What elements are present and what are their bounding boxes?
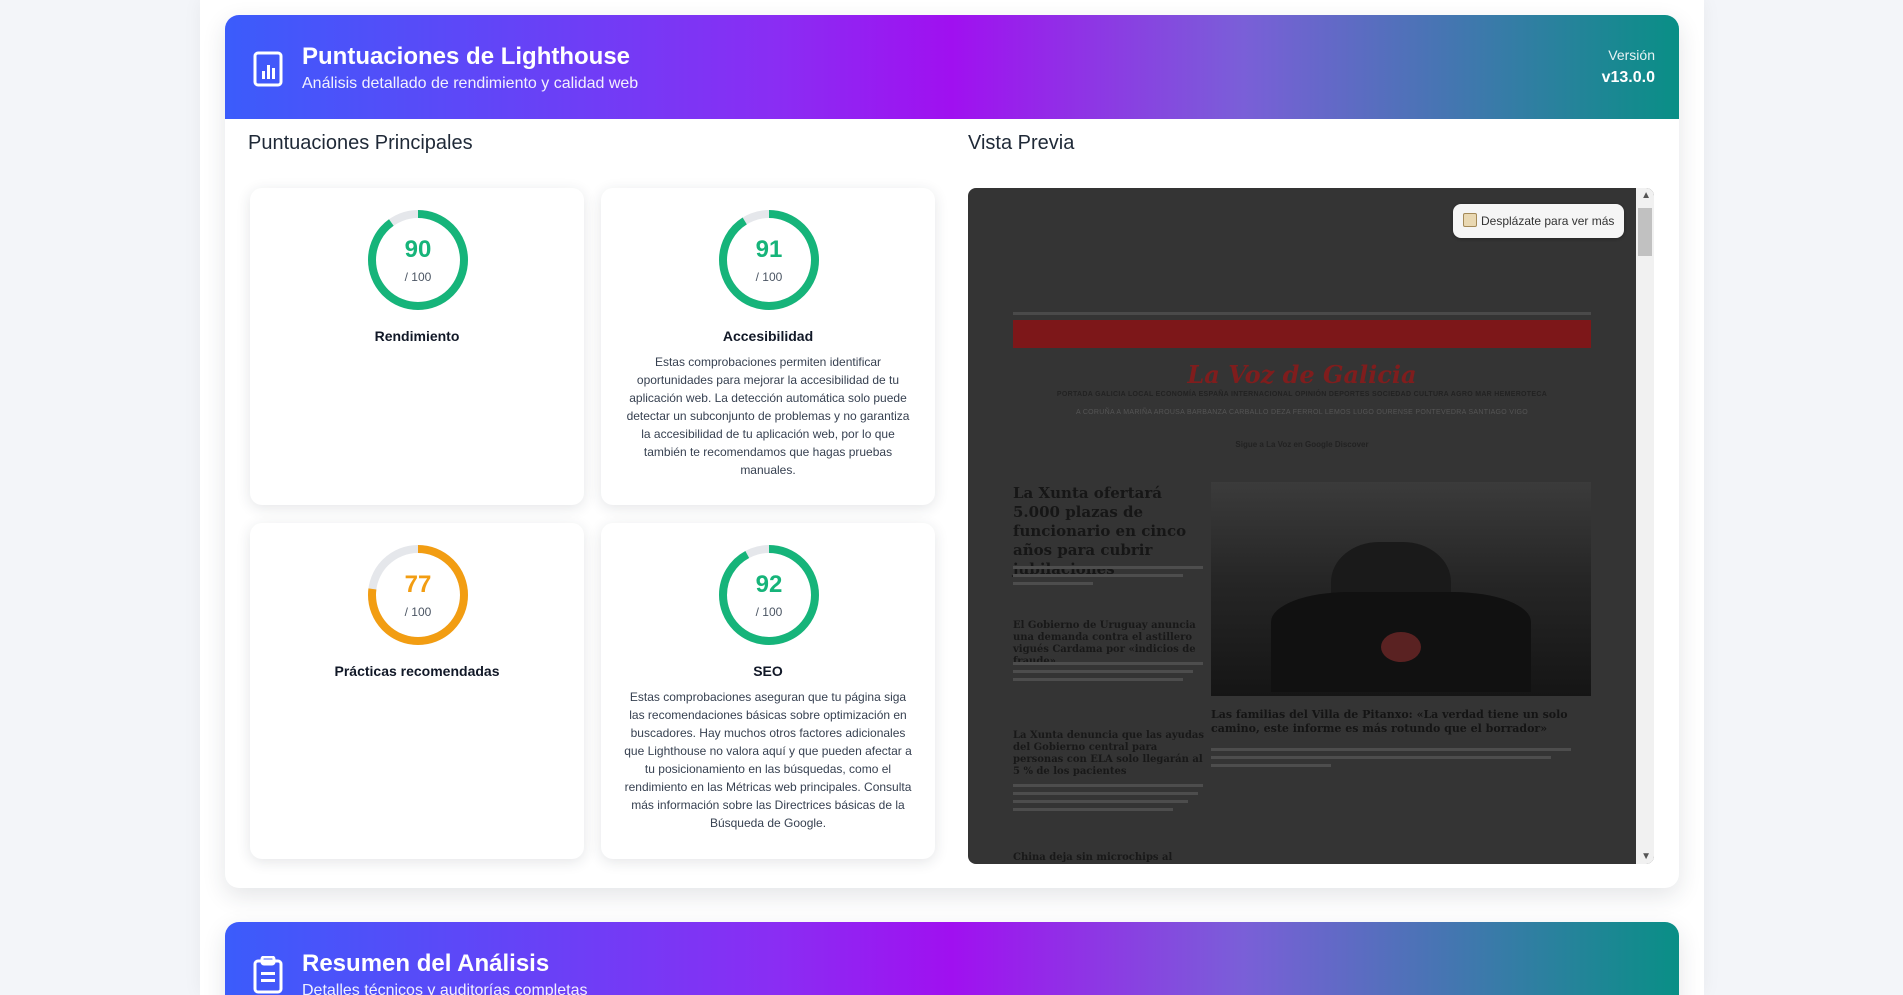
score-value: 77 bbox=[404, 571, 432, 598]
score-value: 90 bbox=[404, 236, 432, 263]
preview-photo-caption: Las familias del Villa de Pitanxo: «La v… bbox=[1211, 708, 1568, 735]
page-subtitle: Análisis detallado de rendimiento y cali… bbox=[302, 75, 639, 92]
score-label: Accesibilidad bbox=[722, 328, 814, 344]
score-description: Estas comprobaciones permiten identifica… bbox=[626, 355, 910, 477]
scroll-hint: Desplázate para ver más bbox=[1453, 204, 1625, 238]
preview-alert-bar bbox=[1013, 320, 1591, 348]
preview-heading: Vista Previa bbox=[968, 132, 1075, 154]
scrollbar-thumb[interactable] bbox=[1638, 208, 1652, 256]
preview-discover: Sigue a La Voz en Google Discover bbox=[1235, 440, 1369, 449]
preview-headline: China deja sin microchips al motor bbox=[1013, 852, 1173, 863]
score-label: Prácticas recomendadas bbox=[334, 663, 500, 679]
preview-text-line bbox=[1211, 756, 1551, 759]
score-label: SEO bbox=[753, 663, 783, 679]
lighthouse-banner: Puntuaciones de Lighthouse Análisis deta… bbox=[225, 15, 1679, 119]
site-preview[interactable]: La Voz de Galicia PORTADA GALICIA LOCAL … bbox=[968, 188, 1654, 864]
preview-text-line bbox=[1013, 566, 1203, 569]
score-value: 91 bbox=[755, 236, 783, 263]
preview-text-line bbox=[1013, 662, 1203, 665]
score-gauge: 90 / 100 bbox=[366, 208, 470, 312]
version-label: Versión bbox=[1608, 47, 1655, 63]
summary-card: Resumen del Análisis Detalles técnicos y… bbox=[225, 922, 1679, 995]
main-scores-heading: Puntuaciones Principales bbox=[248, 132, 473, 154]
score-card-seo: 92 / 100 SEO Estas comprobaciones asegur… bbox=[601, 523, 935, 859]
score-label: Rendimiento bbox=[374, 328, 460, 344]
score-card-performance: 90 / 100 Rendimiento bbox=[250, 188, 584, 505]
preview-text-line bbox=[1013, 800, 1188, 803]
preview-text-line bbox=[1013, 582, 1093, 585]
preview-headline: La Xunta denuncia que las ayudas del Gob… bbox=[1013, 730, 1205, 777]
scroll-hint-text: Desplázate para ver más bbox=[1481, 214, 1615, 228]
preview-text-line bbox=[1211, 748, 1571, 751]
report-icon bbox=[253, 51, 283, 87]
clipboard-icon bbox=[253, 956, 283, 994]
preview-headline: El Gobierno de Uruguay anuncia una deman… bbox=[1013, 620, 1196, 667]
score-max: / 100 bbox=[755, 605, 783, 619]
score-max: / 100 bbox=[755, 270, 783, 284]
preview-photo bbox=[1211, 482, 1591, 696]
scroll-icon bbox=[1463, 213, 1477, 227]
version-value: v13.0.0 bbox=[1601, 69, 1655, 86]
page-title: Puntuaciones de Lighthouse bbox=[302, 43, 631, 70]
score-gauge: 92 / 100 bbox=[717, 543, 821, 647]
score-card-accessibility: 91 / 100 Accesibilidad Estas comprobacio… bbox=[601, 188, 935, 505]
summary-title: Resumen del Análisis bbox=[302, 950, 550, 977]
score-value: 92 bbox=[755, 571, 783, 598]
preview-nav: PORTADA GALICIA LOCAL ECONOMÍA ESPAÑA IN… bbox=[1056, 391, 1548, 398]
score-description: Estas comprobaciones aseguran que tu pág… bbox=[624, 690, 912, 830]
preview-masthead: La Voz de Galicia bbox=[1187, 360, 1417, 389]
summary-banner: Resumen del Análisis Detalles técnicos y… bbox=[225, 922, 1679, 995]
score-max: / 100 bbox=[404, 605, 432, 619]
preview-text-line bbox=[1211, 764, 1331, 767]
preview-topbar bbox=[1013, 312, 1591, 315]
scroll-down-arrow-icon[interactable]: ▼ bbox=[1641, 851, 1651, 862]
preview-text-line bbox=[1013, 574, 1183, 577]
score-max: / 100 bbox=[404, 270, 432, 284]
score-gauge: 91 / 100 bbox=[717, 208, 821, 312]
preview-text-line bbox=[1013, 678, 1183, 681]
scroll-up-arrow-icon[interactable]: ▲ bbox=[1641, 190, 1651, 201]
score-card-best-practices: 77 / 100 Prácticas recomendadas bbox=[250, 523, 584, 859]
preview-text-line bbox=[1013, 670, 1193, 673]
summary-subtitle: Detalles técnicos y auditorías completas bbox=[302, 982, 588, 995]
preview-text-line bbox=[1013, 784, 1203, 787]
preview-screenshot: La Voz de Galicia PORTADA GALICIA LOCAL … bbox=[1013, 188, 1591, 864]
preview-scrollbar[interactable]: ▲ ▼ bbox=[1636, 188, 1654, 864]
preview-subnav: A CORUÑA A MARIÑA AROUSA BARBANZA CARBAL… bbox=[1076, 409, 1528, 416]
preview-headline-main: La Xunta ofertará 5.000 plazas de funcio… bbox=[1013, 484, 1187, 578]
score-gauge: 77 / 100 bbox=[366, 543, 470, 647]
preview-text-line bbox=[1013, 808, 1173, 811]
preview-text-line bbox=[1013, 792, 1198, 795]
